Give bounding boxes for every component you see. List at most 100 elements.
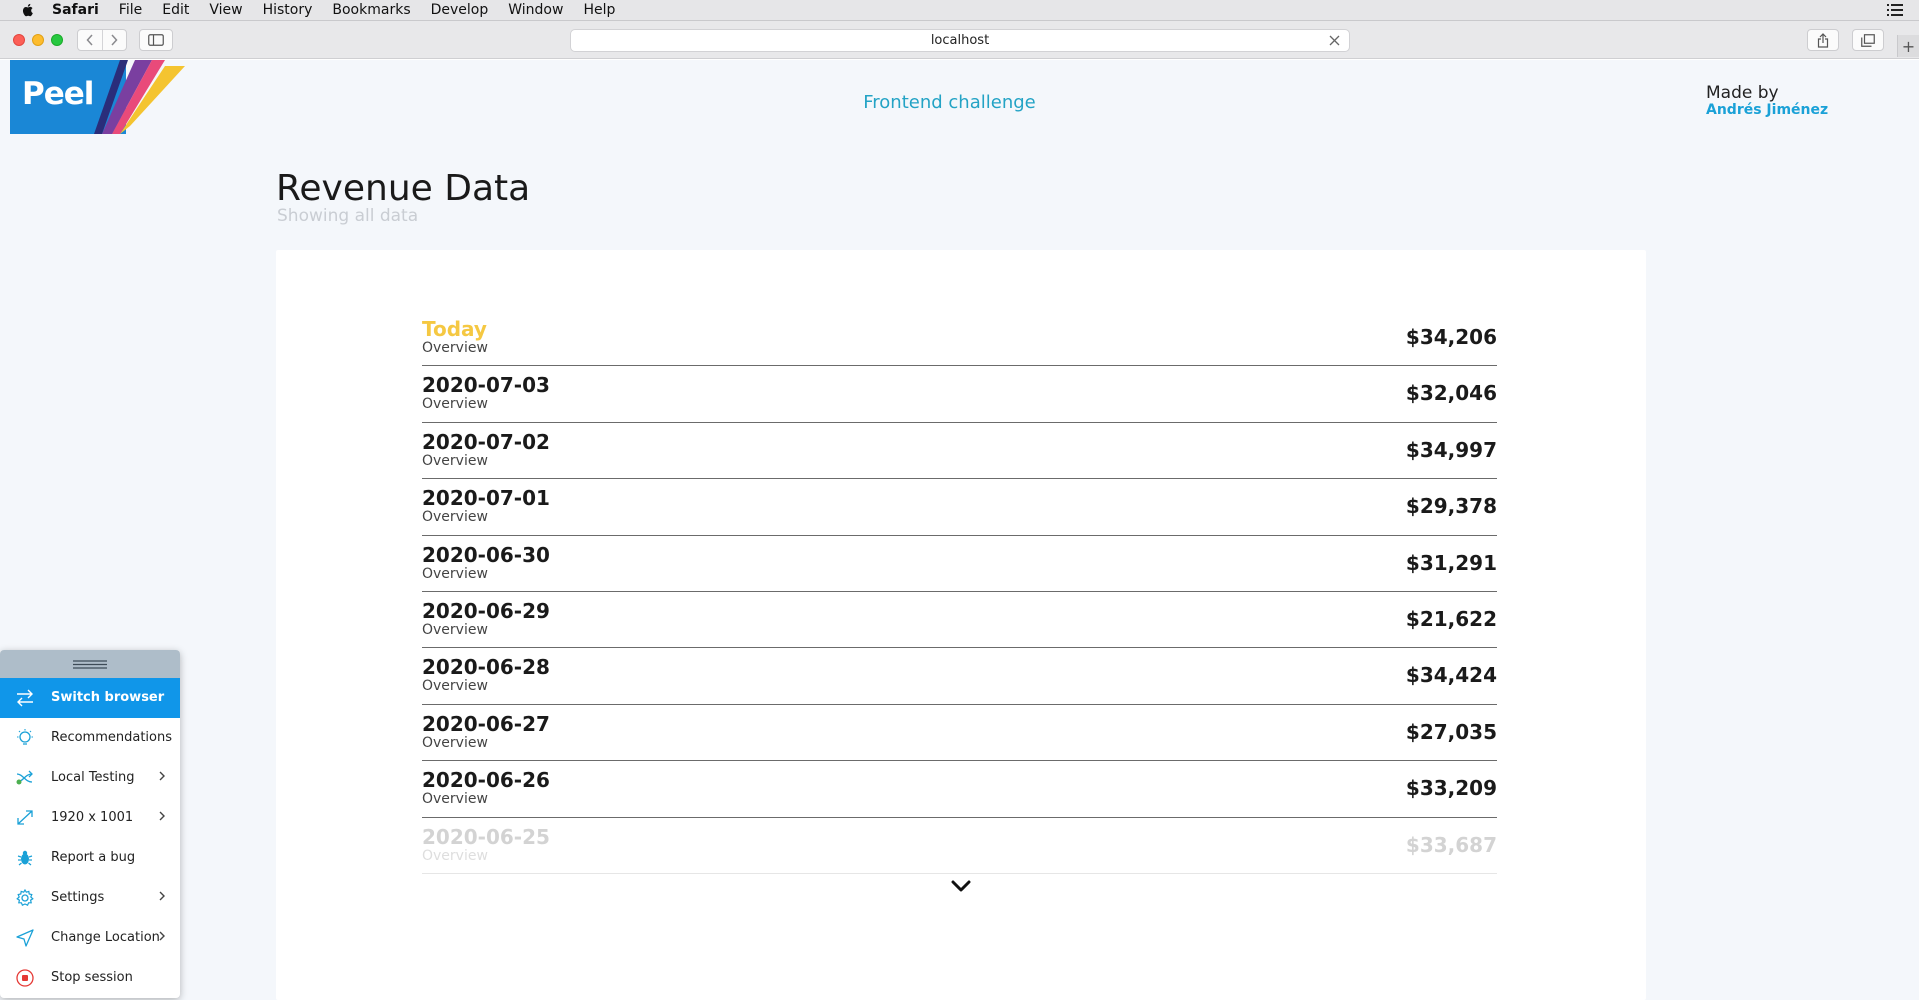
row-amount: $34,206 — [1405, 325, 1497, 349]
page-title: Revenue Data — [276, 168, 531, 209]
browser-toolbar: localhost — [0, 21, 1919, 59]
row-subtitle: Overview — [422, 847, 488, 864]
row-subtitle: Overview — [422, 509, 488, 526]
menu-bookmarks[interactable]: Bookmarks — [332, 2, 410, 18]
report-bug-button[interactable]: Report a bug — [0, 838, 180, 878]
sidebar-icon — [148, 34, 164, 46]
bug-icon — [17, 850, 33, 866]
zoom-window-button[interactable] — [51, 34, 63, 46]
gear-icon — [16, 889, 34, 907]
author-link[interactable]: Andrés Jiménez — [1706, 102, 1828, 118]
tab-overview-button[interactable] — [1852, 29, 1884, 51]
location-icon — [16, 929, 34, 947]
chevron-right-icon — [159, 771, 165, 781]
row-subtitle: Overview — [422, 340, 488, 356]
revenue-row[interactable]: 2020-06-28 Overview $34,424 — [422, 648, 1497, 705]
row-subtitle: Overview — [422, 565, 488, 582]
apple-icon[interactable] — [20, 2, 36, 18]
stop-session-button[interactable]: Stop session — [0, 958, 180, 998]
panel-item-label: 1920 x 1001 — [51, 810, 134, 825]
row-amount: $29,378 — [1405, 494, 1497, 519]
row-amount: $34,997 — [1405, 437, 1497, 462]
row-subtitle: Overview — [422, 791, 488, 808]
close-icon[interactable] — [1328, 34, 1341, 47]
row-subtitle: Overview — [422, 452, 488, 469]
row-date: 2020-07-03 — [422, 373, 550, 398]
row-amount: $33,209 — [1405, 776, 1497, 801]
revenue-row[interactable]: 2020-06-27 Overview $27,035 — [422, 705, 1497, 762]
revenue-row[interactable]: 2020-06-26 Overview $33,209 — [422, 761, 1497, 818]
local-testing-icon — [16, 770, 33, 785]
menu-edit[interactable]: Edit — [162, 2, 189, 18]
revenue-row[interactable]: 2020-06-30 Overview $31,291 — [422, 536, 1497, 592]
revenue-row[interactable]: 2020-06-29 Overview $21,622 — [422, 592, 1497, 649]
row-date: 2020-06-30 — [422, 542, 550, 567]
tabs-icon — [1861, 33, 1875, 47]
menu-develop[interactable]: Develop — [431, 2, 489, 18]
revenue-row[interactable]: 2020-07-03 Overview $32,046 — [422, 366, 1497, 423]
share-icon — [1817, 32, 1829, 48]
menu-view[interactable]: View — [209, 2, 242, 18]
local-testing-button[interactable]: Local Testing — [0, 758, 180, 798]
switch-browser-button[interactable]: Switch browser — [0, 678, 180, 718]
menu-file[interactable]: File — [119, 2, 142, 18]
row-subtitle: Overview — [422, 621, 488, 638]
page-subtitle: Showing all data — [277, 206, 419, 226]
row-amount: $33,687 — [1405, 832, 1497, 857]
panel-drag-handle[interactable] — [0, 650, 180, 678]
header-title: Frontend challenge — [863, 92, 1036, 113]
recommendations-button[interactable]: Recommendations — [0, 718, 180, 758]
forward-button[interactable] — [101, 30, 126, 50]
revenue-row[interactable]: 2020-07-01 Overview $29,378 — [422, 479, 1497, 536]
revenue-list: Today Overview $34,206 2020-07-03 Overvi… — [422, 310, 1497, 874]
panel-item-label: Recommendations — [51, 730, 173, 745]
panel-item-label: Report a bug — [51, 850, 136, 865]
menu-history[interactable]: History — [263, 2, 313, 18]
testing-tools-panel: Switch browser Recommendations Local Tes… — [0, 650, 180, 998]
sidebar-toggle-button[interactable] — [139, 29, 173, 51]
revenue-row[interactable]: Today Overview $34,206 — [422, 310, 1497, 367]
row-amount: $32,046 — [1405, 381, 1497, 406]
menu-bar: Safari File Edit View History Bookmarks … — [0, 0, 1919, 21]
share-button[interactable] — [1807, 29, 1839, 51]
chevron-right-icon — [159, 811, 165, 821]
revenue-row[interactable]: 2020-07-02 Overview $34,997 — [422, 423, 1497, 480]
address-bar[interactable]: localhost — [570, 29, 1350, 52]
minimize-window-button[interactable] — [32, 34, 44, 46]
menu-app-name[interactable]: Safari — [52, 2, 99, 18]
close-window-button[interactable] — [13, 34, 25, 46]
resolution-button[interactable]: 1920 x 1001 — [0, 798, 180, 838]
row-subtitle: Overview — [422, 678, 488, 695]
row-subtitle: Overview — [422, 396, 488, 413]
row-date: Today — [422, 317, 487, 341]
back-button[interactable] — [78, 30, 102, 50]
plus-icon: + — [1901, 36, 1916, 56]
chevron-down-icon[interactable] — [950, 878, 972, 894]
list-icon[interactable] — [1887, 3, 1903, 17]
panel-item-label: Stop session — [51, 970, 133, 985]
row-date: 2020-07-02 — [422, 429, 550, 454]
drag-handle-icon — [73, 659, 107, 669]
row-date: 2020-06-26 — [422, 768, 550, 793]
change-location-button[interactable]: Change Location — [0, 918, 180, 958]
resize-icon — [17, 810, 33, 825]
made-by-label: Made by — [1706, 83, 1779, 103]
chevron-right-icon — [111, 34, 118, 46]
new-tab-button[interactable]: + — [1897, 35, 1919, 57]
revenue-row[interactable]: 2020-06-25 Overview $33,687 — [422, 818, 1497, 874]
chevron-right-icon — [159, 891, 165, 901]
row-subtitle: Overview — [422, 734, 488, 751]
panel-item-label: Switch browser — [51, 690, 165, 705]
stop-icon — [16, 969, 34, 987]
revenue-card: Today Overview $34,206 2020-07-03 Overvi… — [276, 250, 1646, 1000]
row-amount: $27,035 — [1405, 719, 1497, 744]
panel-item-label: Change Location — [51, 930, 160, 945]
row-amount: $21,622 — [1405, 606, 1497, 631]
menu-help[interactable]: Help — [583, 2, 615, 18]
chevron-left-icon — [86, 34, 93, 46]
site-header: Peel Frontend challenge Made by Andrés J… — [0, 60, 1919, 144]
row-date: 2020-07-01 — [422, 486, 550, 511]
row-date: 2020-06-28 — [422, 655, 550, 680]
menu-window[interactable]: Window — [508, 2, 563, 18]
settings-button[interactable]: Settings — [0, 878, 180, 918]
